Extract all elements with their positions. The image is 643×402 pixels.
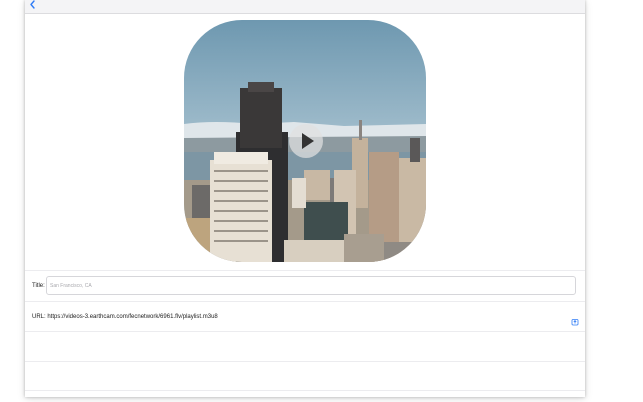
share-button[interactable] [571,313,579,326]
url-label: URL: [32,314,46,320]
play-button[interactable] [289,124,323,158]
empty-row [25,361,585,392]
chevron-left-icon [30,0,35,9]
video-thumbnail[interactable] [184,20,426,262]
title-field[interactable] [46,276,576,295]
detail-window: Title: URL: https://videos-3.earthcam.co… [25,0,585,397]
empty-row [25,331,585,362]
back-button[interactable] [27,0,39,12]
empty-row [25,390,585,397]
screen: Title: URL: https://videos-3.earthcam.co… [0,0,643,402]
url-row: URL: https://videos-3.earthcam.com/fecne… [25,301,585,332]
url-value: https://videos-3.earthcam.com/fecnetwork… [47,314,218,320]
share-icon [571,319,579,326]
navigation-bar [25,0,585,14]
title-row: Title: [25,270,585,301]
play-icon [302,133,314,149]
title-label: Title: [32,283,45,289]
